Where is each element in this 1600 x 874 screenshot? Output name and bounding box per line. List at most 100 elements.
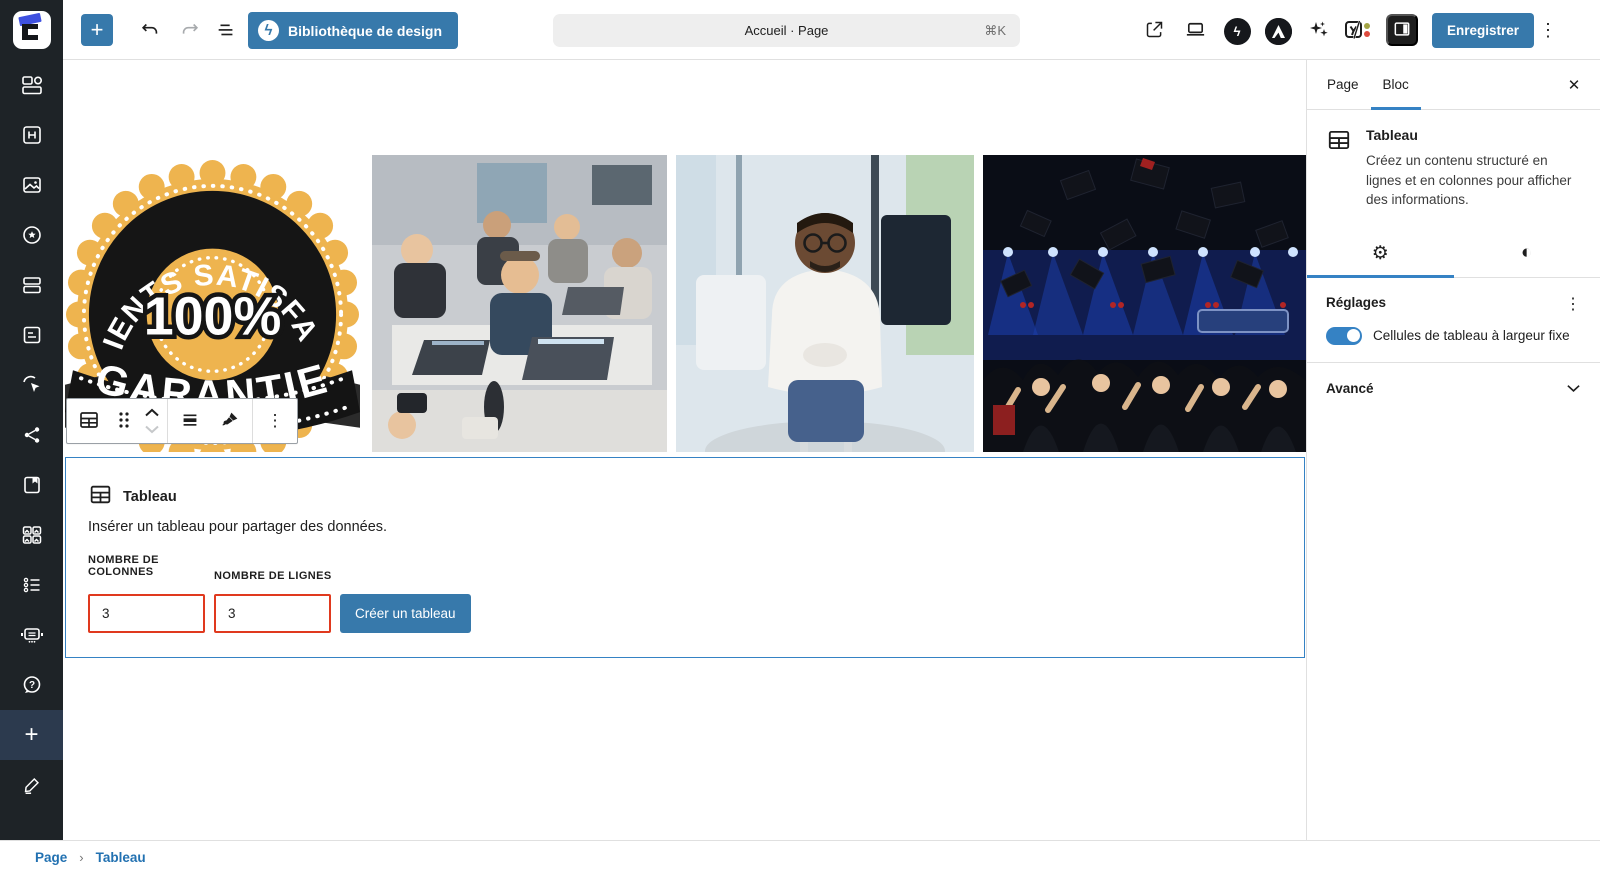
table-icon [1326,127,1352,210]
theme-astra-button[interactable] [1260,13,1296,49]
carousel-icon [19,623,45,647]
top-toolbar: + ϟ Bibliothèque de design Accueil · Pag… [0,0,1600,60]
yoast-seo-button[interactable] [1340,13,1376,49]
breadcrumb-page-link[interactable]: Page [35,850,67,865]
settings-options-button[interactable]: ⋮ [1560,291,1586,317]
sparkles-icon [1307,18,1331,45]
rail-share-button[interactable] [0,410,63,460]
rail-gallery-button[interactable] [0,510,63,560]
tab-block[interactable]: Bloc [1371,60,1421,109]
block-inserter-button[interactable]: + [81,14,113,46]
columns-count-label: Nombre de colonnes [88,554,178,578]
tab-styles[interactable]: ◐ [1454,230,1600,277]
rail-form-button[interactable] [0,310,63,360]
align-button[interactable] [170,399,210,443]
site-logo-icon [13,11,51,49]
rail-list-button[interactable] [0,560,63,610]
yoast-icon [1343,18,1373,45]
rail-edit-button[interactable] [0,760,63,810]
save-button[interactable]: Enregistrer [1432,13,1534,48]
list-view-button[interactable] [208,13,244,49]
options-menu-button[interactable]: ⋮ [1533,13,1563,48]
chevron-down-icon [1566,380,1581,398]
ai-assistant-button[interactable] [1301,13,1337,49]
breadcrumb-current[interactable]: Tableau [96,850,146,865]
table-icon [88,482,113,512]
chevron-up-icon [144,405,160,420]
laptop-icon [1184,18,1207,44]
astra-icon [1265,18,1292,45]
sidebar-panel-icon [1392,19,1412,42]
help-icon: ? [20,673,44,697]
block-options-button[interactable]: ⋮ [255,399,295,443]
gallery-image-graduation[interactable] [983,155,1306,452]
rail-book-button[interactable] [0,460,63,510]
paintbrush-icon [219,409,241,434]
inspector-tabs: ⚙ ◐ [1307,230,1600,278]
tab-page[interactable]: Page [1315,60,1371,109]
table-block-icon [77,408,101,435]
table-placeholder-block[interactable]: Tableau Insérer un tableau pour partager… [65,457,1305,658]
columns-count-input[interactable] [88,594,205,633]
settings-heading: Réglages [1326,295,1581,310]
block-type-button[interactable] [69,399,109,443]
placeholder-title: Tableau [123,489,177,505]
command-shortcut: ⌘K [984,23,1006,39]
undo-icon [139,19,161,44]
redo-button[interactable] [172,13,208,49]
bullet-list-icon [20,573,44,597]
block-toolbar: ⋮ [66,398,298,444]
gallery-image-classroom[interactable] [372,155,667,452]
list-view-icon [215,19,237,44]
gear-icon: ⚙ [1372,242,1389,265]
create-table-button[interactable]: Créer un tableau [340,594,471,633]
close-sidebar-button[interactable]: ✕ [1558,69,1590,101]
preview-device-button[interactable] [1177,13,1213,49]
rail-add-block-button[interactable]: + [0,710,63,760]
block-card: Tableau Créez un contenu structuré en li… [1307,110,1600,230]
advanced-label: Avancé [1326,381,1374,396]
rows-count-input[interactable] [214,594,331,633]
left-icon-rail: ? + [0,60,63,840]
breadcrumb-separator: › [79,850,83,865]
rail-cta-button[interactable] [0,360,63,410]
gallery-grid-icon [20,523,44,547]
rail-carousel-button[interactable] [0,610,63,660]
tab-settings[interactable]: ⚙ [1307,230,1454,277]
design-library-button[interactable]: ϟ Bibliothèque de design [248,12,458,49]
contrast-icon: ◐ [1521,242,1532,264]
editor-canvas: CLIENTS SATISFAITS 100% GARANTIE [63,60,1306,840]
rail-patterns-button[interactable] [0,60,63,110]
drag-handle[interactable] [109,399,139,443]
placeholder-description: Insérer un tableau pour partager des don… [88,519,387,535]
styles-brush-button[interactable] [210,399,250,443]
heading-icon [20,123,44,147]
pencil-icon [21,774,43,796]
rail-heading-button[interactable] [0,110,63,160]
site-logo[interactable] [0,0,63,60]
undo-button[interactable] [132,13,168,49]
rail-help-button[interactable]: ? [0,660,63,710]
bolt-circle-icon: ϟ [1224,18,1251,45]
patterns-icon [20,73,44,97]
plugin-bolt-button[interactable]: ϟ [1219,13,1255,49]
rail-image-button[interactable] [0,160,63,210]
cursor-click-icon [20,373,44,397]
gallery-image-man[interactable] [676,155,974,452]
fixed-width-cells-toggle[interactable] [1326,327,1362,345]
plus-icon: + [24,721,38,749]
document-title: Accueil · Page [745,23,829,38]
bookmark-book-icon [20,473,44,497]
document-lines-icon [20,323,44,347]
rail-rows-button[interactable] [0,260,63,310]
advanced-panel-toggle[interactable]: Avancé [1307,363,1600,415]
badge-center-text: 100% [144,286,282,346]
settings-sidebar-toggle[interactable] [1386,14,1418,46]
move-up-button[interactable] [144,405,160,420]
move-down-button[interactable] [144,422,160,437]
view-site-button[interactable] [1136,13,1172,49]
rail-badge-button[interactable] [0,210,63,260]
rows-icon [20,273,44,297]
block-breadcrumb-bar: Page › Tableau [0,840,1600,874]
command-center[interactable]: Accueil · Page ⌘K [553,14,1020,47]
